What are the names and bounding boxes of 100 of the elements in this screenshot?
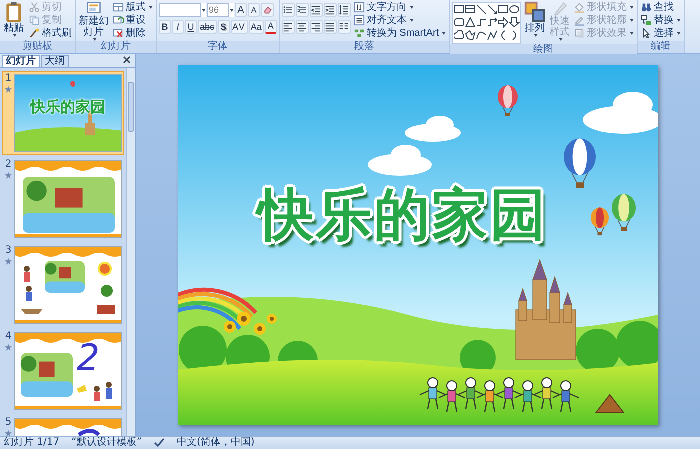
toolbar-button[interactable] <box>282 20 295 34</box>
paint-bucket-icon <box>574 2 586 13</box>
elbow-arrow-icon[interactable] <box>487 17 498 28</box>
cloud <box>405 116 461 142</box>
ribbon-button[interactable]: 删除 <box>112 27 154 40</box>
ribbon-button[interactable]: 版式 <box>112 1 154 14</box>
triangle-shape-icon[interactable] <box>465 17 476 28</box>
slide-counter: 幻灯片 1/17 <box>4 437 60 449</box>
star-shape-icon[interactable] <box>465 30 476 41</box>
spell-check-icon[interactable] <box>154 438 166 448</box>
scrollbar[interactable] <box>126 68 135 436</box>
ribbon-button[interactable]: 格式刷 <box>28 27 73 40</box>
toolbar-button[interactable] <box>296 20 309 34</box>
text-box-shape-icon[interactable] <box>454 4 466 15</box>
toolbar-button[interactable] <box>338 20 351 34</box>
font-format-button[interactable]: A <box>235 3 247 17</box>
tree-drawing <box>101 285 113 297</box>
font-size-field[interactable]: 96 <box>207 3 229 17</box>
delete-icon <box>113 28 124 39</box>
slide-number: 2 <box>5 160 12 170</box>
farm-scene-drawing <box>45 261 85 293</box>
ribbon-button[interactable]: 替换 <box>640 14 682 27</box>
group-label: 段落 <box>280 41 450 53</box>
toolbar-button[interactable] <box>324 20 337 34</box>
star-icon <box>5 258 12 265</box>
toolbar-button[interactable] <box>261 3 274 17</box>
shapes-gallery[interactable] <box>452 2 522 44</box>
elbow-connector-icon[interactable] <box>476 17 488 28</box>
oval-shape-icon[interactable] <box>509 4 520 15</box>
indent-icon <box>325 5 336 15</box>
cursor-icon <box>641 28 652 39</box>
eraser-icon <box>262 5 272 15</box>
font-format-button[interactable]: B <box>159 20 171 34</box>
ribbon-button[interactable]: 粘贴 <box>2 1 26 41</box>
align-left-icon <box>283 22 294 32</box>
caret-icon <box>12 34 16 37</box>
bullet-list-icon <box>283 5 294 15</box>
font-format-button[interactable]: S <box>218 20 230 34</box>
toolbar-button[interactable] <box>324 3 337 17</box>
ribbon-button[interactable]: 转换为 SmartArt <box>352 27 448 40</box>
ribbon-button[interactable]: 选择 <box>640 27 682 40</box>
toolbar-button[interactable] <box>310 20 323 34</box>
line-shape-icon[interactable] <box>476 4 488 15</box>
caret-icon <box>677 19 682 22</box>
caret-icon <box>630 32 634 35</box>
slide-number: 3 <box>5 246 12 256</box>
freeform-shape-icon[interactable] <box>487 30 498 41</box>
star-icon <box>5 344 12 351</box>
binoculars-icon <box>641 2 652 13</box>
ribbon-button[interactable]: 重设 <box>112 14 154 27</box>
toolbar-button[interactable] <box>282 3 295 17</box>
align-text-icon <box>354 15 365 26</box>
font-format-button[interactable]: Aa <box>248 20 264 34</box>
reset-icon <box>113 15 124 26</box>
caret-icon <box>442 32 446 35</box>
paintbrush-icon <box>29 28 40 39</box>
text-direction-icon <box>354 2 365 13</box>
star-icon <box>5 172 12 179</box>
toolbar-button[interactable] <box>338 3 351 17</box>
toolbar-button[interactable] <box>310 3 323 17</box>
down-arrow-shape-icon[interactable] <box>509 17 520 28</box>
pane-tab[interactable]: 幻灯片 <box>2 55 40 67</box>
font-format-button[interactable]: A <box>248 3 260 17</box>
toolbar-button[interactable] <box>296 3 309 17</box>
font-name-field[interactable] <box>159 3 201 17</box>
people-drawing <box>77 382 112 401</box>
font-format-button[interactable]: U <box>185 20 197 34</box>
slide-thumbnail[interactable]: 1 快乐的家园 <box>2 71 124 155</box>
outdent-icon <box>311 5 322 15</box>
layout-icon <box>113 2 124 13</box>
shape-effects-icon <box>574 28 586 39</box>
house-drawing <box>97 305 115 314</box>
people-drawing <box>24 266 32 301</box>
pane-tab[interactable]: 大纲 <box>41 55 69 67</box>
close-icon[interactable] <box>123 56 131 64</box>
font-format-button[interactable]: abc <box>198 20 217 34</box>
block-arrow-icon[interactable] <box>498 17 510 28</box>
rounded-rectangle-shape-icon[interactable] <box>454 17 466 28</box>
group-label: 字体 <box>157 41 279 53</box>
digit-text: 2 <box>77 339 100 379</box>
caret-icon <box>149 6 153 9</box>
hot-air-balloon <box>70 81 76 87</box>
star-icon <box>5 86 12 93</box>
font-format-button[interactable]: A <box>264 20 277 34</box>
rectangle-shape-icon[interactable] <box>498 4 510 15</box>
arrow-shape-icon[interactable] <box>487 4 498 15</box>
ribbon-button[interactable]: 文字方向 <box>352 1 448 14</box>
ribbon-button[interactable]: 查找 <box>640 1 682 14</box>
ribbon-button[interactable]: 对齐文本 <box>352 14 448 27</box>
curve-shape-icon[interactable] <box>476 30 488 41</box>
line-spacing-icon <box>339 5 350 15</box>
font-format-button[interactable]: AV <box>230 20 248 34</box>
align-right-icon <box>311 22 322 32</box>
caret-icon <box>534 34 538 37</box>
font-format-button[interactable]: I <box>172 20 184 34</box>
hot-air-balloon <box>498 86 518 116</box>
caret-icon <box>410 19 414 22</box>
cloud-shape-icon[interactable] <box>454 30 466 41</box>
ribbon-button[interactable]: 排列 <box>523 1 548 41</box>
sun-drawing <box>98 262 112 276</box>
